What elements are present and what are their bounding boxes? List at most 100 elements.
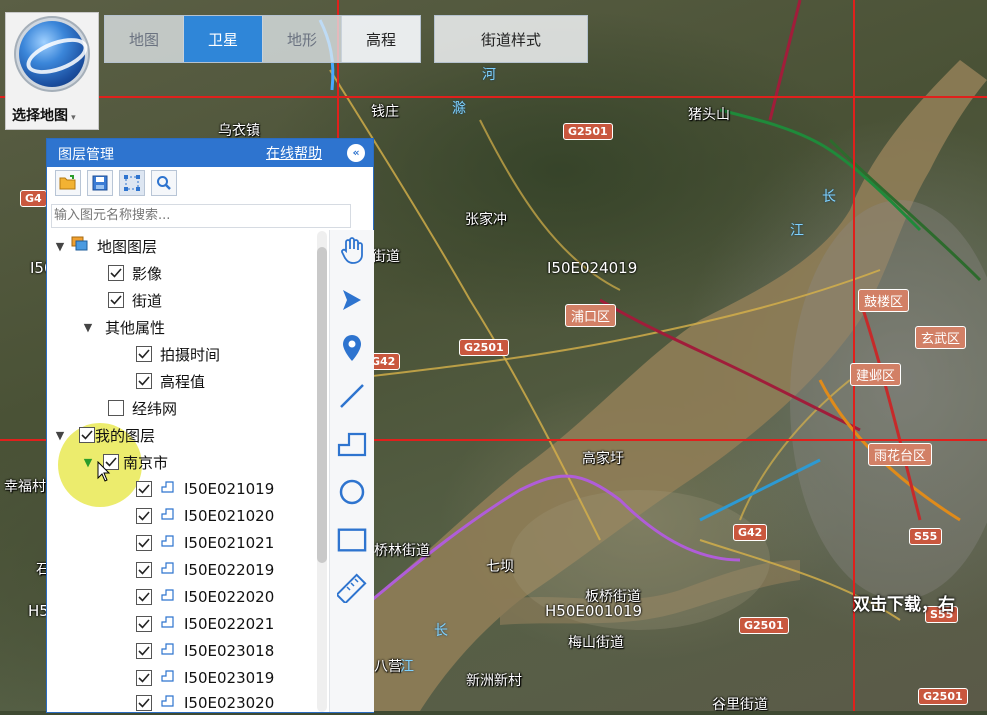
select-map-label: 选择地图 bbox=[12, 108, 68, 124]
tree-node-nanjing[interactable]: ▼ 南京市 bbox=[81, 450, 168, 474]
grid-label: H50E001019 bbox=[545, 602, 643, 620]
checkbox-checked[interactable] bbox=[136, 346, 152, 362]
layer-list-scrollbar[interactable] bbox=[317, 247, 327, 563]
rectangle-icon[interactable] bbox=[337, 525, 367, 555]
district-label: 玄武区 bbox=[915, 326, 967, 349]
ruler-icon[interactable] bbox=[337, 573, 367, 603]
tree-node-my-layers[interactable]: ▼ 我的图层 bbox=[53, 423, 155, 447]
tree-node-polygon[interactable]: I50E021020 bbox=[136, 504, 274, 528]
collapse-panel-icon[interactable]: « bbox=[347, 144, 365, 162]
layer-toolbar bbox=[55, 170, 177, 196]
water-label: 江 bbox=[400, 659, 414, 675]
highway-shield: S55 bbox=[909, 528, 943, 545]
expand-arrow-icon[interactable]: ▼ bbox=[81, 456, 95, 469]
open-folder-icon[interactable] bbox=[55, 170, 81, 196]
tree-node-polygon[interactable]: I50E022021 bbox=[136, 612, 274, 636]
checkbox-checked[interactable] bbox=[136, 643, 152, 659]
place-label: 七坝 bbox=[486, 559, 514, 575]
checkbox-checked[interactable] bbox=[136, 481, 152, 497]
tree-label: I50E021020 bbox=[184, 507, 275, 525]
download-hint: 双击下载，右 bbox=[853, 595, 955, 615]
checkbox-checked[interactable] bbox=[136, 535, 152, 551]
water-label: 河 bbox=[482, 67, 496, 83]
water-label: 滁 bbox=[452, 101, 466, 117]
tree-node-polygon[interactable]: I50E023019 bbox=[136, 666, 274, 690]
marker-icon[interactable] bbox=[337, 333, 367, 363]
expand-arrow-icon[interactable]: ▼ bbox=[81, 321, 95, 334]
highway-shield: G42 bbox=[733, 524, 768, 541]
tree-label: 街道 bbox=[132, 291, 163, 310]
place-label: 八营 bbox=[374, 659, 402, 675]
place-label: 街道 bbox=[372, 249, 400, 265]
hand-pan-icon[interactable] bbox=[337, 236, 367, 266]
highway-shield: G4 bbox=[20, 190, 47, 207]
expand-arrow-icon[interactable]: ▼ bbox=[53, 429, 67, 442]
tree-label: 经纬网 bbox=[132, 399, 178, 418]
place-label: 张家冲 bbox=[465, 212, 507, 228]
water-label: 长 bbox=[822, 189, 836, 205]
checkbox-checked[interactable] bbox=[136, 616, 152, 632]
place-label: 乌衣镇 bbox=[218, 123, 260, 139]
place-label: 幸福村 bbox=[4, 479, 46, 495]
tree-node-map-layers[interactable]: ▼ 地图图层 bbox=[53, 234, 157, 258]
tree-node-polygon[interactable]: I50E023020 bbox=[136, 691, 274, 715]
map-type-switcher: 地图 卫星 地形 高程 bbox=[104, 15, 421, 63]
tree-node-polygon[interactable]: I50E023018 bbox=[136, 639, 274, 663]
checkbox-checked[interactable] bbox=[79, 427, 95, 443]
checkbox-checked[interactable] bbox=[136, 508, 152, 524]
tree-node-polygon[interactable]: I50E022019 bbox=[136, 558, 274, 582]
tree-label: I50E023019 bbox=[184, 669, 275, 687]
map-type-map-button[interactable]: 地图 bbox=[105, 16, 184, 62]
tree-node-polygon[interactable]: I50E021021 bbox=[136, 531, 274, 555]
tree-node-polygon[interactable]: I50E022020 bbox=[136, 585, 274, 609]
tree-label: I50E021019 bbox=[184, 480, 275, 498]
tree-node-graticule[interactable]: 经纬网 bbox=[108, 396, 177, 420]
checkbox-checked[interactable] bbox=[136, 589, 152, 605]
save-icon[interactable] bbox=[87, 170, 113, 196]
mouse-cursor-icon bbox=[97, 460, 111, 487]
select-arrow-icon[interactable] bbox=[337, 285, 367, 315]
tree-node-imagery[interactable]: 影像 bbox=[108, 261, 162, 285]
district-label: 建邺区 bbox=[850, 363, 902, 386]
expand-arrow-icon[interactable]: ▼ bbox=[53, 240, 67, 253]
checkbox-unchecked[interactable] bbox=[108, 400, 124, 416]
checkbox-checked[interactable] bbox=[136, 562, 152, 578]
polygon-icon bbox=[160, 694, 176, 712]
layer-panel: 图层管理 在线帮助 « 输入图元名称搜索... ▼ 地图图层 影像 街道 ▼ 其… bbox=[46, 138, 374, 713]
highway-shield: G2501 bbox=[563, 123, 613, 140]
tree-node-other-properties[interactable]: ▼ 其他属性 bbox=[81, 315, 165, 339]
tree-node-polygon[interactable]: I50E021019 bbox=[136, 477, 274, 501]
layer-search-input[interactable]: 输入图元名称搜索... bbox=[51, 204, 351, 228]
tree-node-capture-time[interactable]: 拍摄时间 bbox=[136, 342, 220, 366]
checkbox-checked[interactable] bbox=[136, 373, 152, 389]
tree-node-streets[interactable]: 街道 bbox=[108, 288, 162, 312]
tree-node-elevation-value[interactable]: 高程值 bbox=[136, 369, 205, 393]
district-label: 雨花台区 bbox=[868, 443, 933, 466]
map-type-elevation-button[interactable]: 高程 bbox=[342, 16, 420, 62]
checkbox-checked[interactable] bbox=[136, 670, 152, 686]
select-elements-icon[interactable] bbox=[119, 170, 145, 196]
tree-label: I50E023018 bbox=[184, 642, 275, 660]
globe-icon bbox=[19, 21, 85, 87]
line-icon[interactable] bbox=[337, 381, 367, 411]
place-label: 高家圩 bbox=[582, 451, 624, 467]
place-label: 梅山街道 bbox=[568, 635, 624, 651]
highway-shield: G2501 bbox=[918, 688, 968, 705]
circle-icon[interactable] bbox=[337, 477, 367, 507]
polygon-icon bbox=[160, 615, 176, 633]
polyline-icon[interactable] bbox=[337, 429, 367, 459]
checkbox-checked[interactable] bbox=[108, 265, 124, 281]
online-help-link[interactable]: 在线帮助 bbox=[266, 143, 322, 163]
search-icon[interactable] bbox=[151, 170, 177, 196]
checkbox-checked[interactable] bbox=[136, 695, 152, 711]
tree-label: I50E022020 bbox=[184, 588, 275, 606]
map-type-terrain-button[interactable]: 地形 bbox=[263, 16, 342, 62]
select-map-button[interactable]: 选择地图 ▾ bbox=[5, 12, 99, 130]
map-type-satellite-button[interactable]: 卫星 bbox=[184, 16, 263, 62]
place-label: 谷里街道 bbox=[712, 697, 768, 711]
street-style-button[interactable]: 街道样式 bbox=[434, 15, 588, 63]
tree-label: 其他属性 bbox=[105, 318, 166, 337]
place-label: 钱庄 bbox=[371, 104, 399, 120]
checkbox-checked[interactable] bbox=[108, 292, 124, 308]
tree-label: 高程值 bbox=[160, 372, 206, 391]
